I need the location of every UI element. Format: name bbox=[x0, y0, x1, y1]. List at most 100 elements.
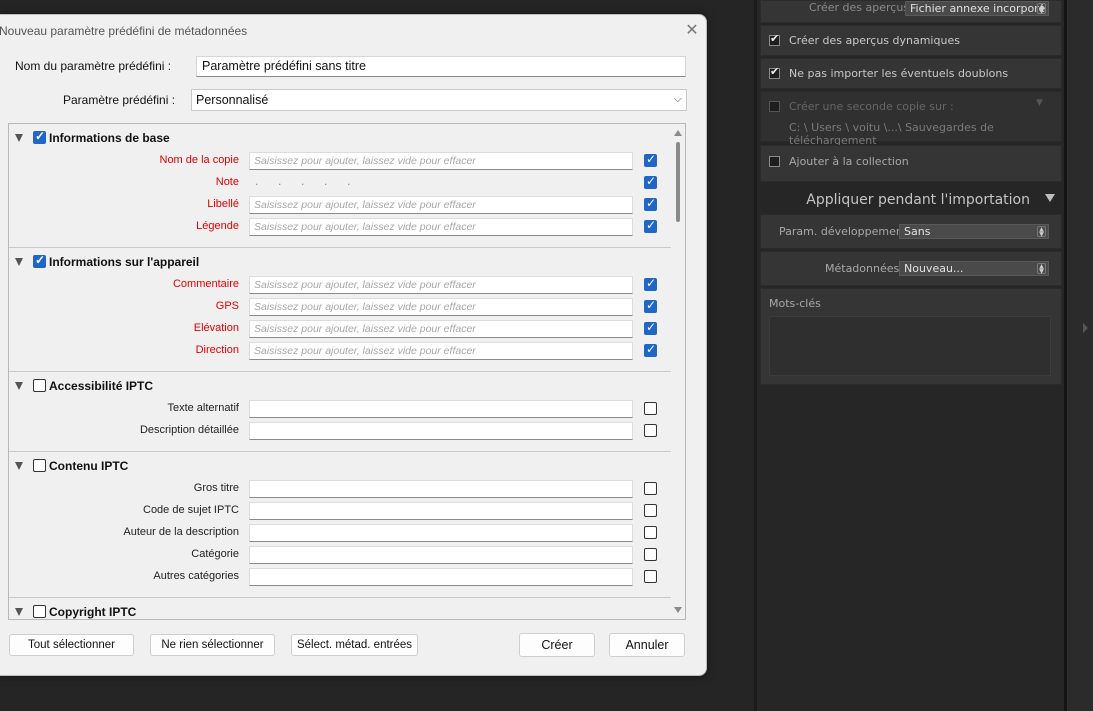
field-checkbox[interactable] bbox=[644, 570, 657, 583]
field-checkbox[interactable] bbox=[644, 504, 657, 517]
cancel-button[interactable]: Annuler bbox=[609, 633, 685, 657]
field-label: Texte alternatif bbox=[167, 402, 239, 414]
second-copy-row: Créer une seconde copie sur : ▼ C: \ Use… bbox=[760, 91, 1062, 147]
field-checkbox[interactable] bbox=[644, 320, 657, 335]
chevron-down-icon: ▼ bbox=[1036, 98, 1043, 108]
stepper-icon: ▲ ▼ bbox=[1037, 226, 1046, 238]
preset-select-value: Personnalisé bbox=[196, 93, 269, 107]
field-label: Direction bbox=[195, 344, 239, 356]
no-duplicates-row[interactable]: Ne pas importer les éventuels doublons bbox=[760, 58, 1062, 89]
field-checkbox[interactable] bbox=[644, 298, 657, 313]
field-input[interactable]: Saisissez pour ajouter, laissez vide pou… bbox=[249, 342, 633, 360]
metadata-group: Informations sur l'appareil Commentaire Sa… bbox=[9, 248, 673, 372]
metadata-label: Métadonnées bbox=[825, 262, 900, 275]
field-checkbox[interactable] bbox=[644, 402, 657, 415]
field-label: Elévation bbox=[193, 322, 239, 334]
group-title: Informations de base bbox=[49, 131, 170, 145]
field-label: Autres catégories bbox=[153, 570, 239, 582]
field-input[interactable] bbox=[249, 502, 633, 520]
disclosure-triangle-icon[interactable] bbox=[15, 134, 23, 142]
select-none-button[interactable]: Ne rien sélectionner bbox=[150, 634, 275, 656]
field-label: Catégorie bbox=[191, 548, 239, 560]
scrollbar[interactable] bbox=[671, 124, 685, 619]
close-icon[interactable]: ✕ bbox=[683, 21, 701, 39]
field-input[interactable] bbox=[249, 546, 633, 564]
field-input[interactable] bbox=[249, 480, 633, 498]
preset-select[interactable]: Personnalisé ⌵ bbox=[191, 89, 687, 111]
second-copy-label: Créer une seconde copie sur : bbox=[789, 100, 954, 113]
smart-previews-checkbox[interactable] bbox=[769, 32, 780, 46]
field-label: Nom de la copie bbox=[159, 154, 240, 166]
no-duplicates-checkbox[interactable] bbox=[769, 65, 780, 79]
previews-select[interactable]: Fichier annexe incorporé ▲ ▼ bbox=[905, 1, 1049, 16]
disclosure-triangle-icon[interactable] bbox=[15, 608, 23, 616]
previews-value: Fichier annexe incorporé bbox=[910, 2, 1046, 15]
group-title: Copyright IPTC bbox=[49, 605, 137, 619]
develop-value: Sans bbox=[904, 225, 931, 238]
field-label: Description détaillée bbox=[139, 424, 239, 436]
create-button[interactable]: Créer bbox=[519, 633, 595, 657]
field-input[interactable] bbox=[249, 422, 633, 440]
group-checkbox[interactable] bbox=[33, 253, 46, 268]
metadata-row: Métadonnées Nouveau... ▲ ▼ bbox=[760, 251, 1062, 286]
field-checkbox[interactable] bbox=[644, 548, 657, 561]
disclosure-triangle-icon[interactable] bbox=[15, 462, 23, 470]
field-checkbox[interactable] bbox=[644, 218, 657, 233]
group-checkbox[interactable] bbox=[33, 379, 46, 392]
field-checkbox[interactable] bbox=[644, 174, 657, 189]
field-input[interactable]: Saisissez pour ajouter, laissez vide pou… bbox=[249, 196, 633, 214]
develop-select[interactable]: Sans ▲ ▼ bbox=[899, 224, 1049, 239]
stepper-icon: ▲ ▼ bbox=[1037, 263, 1046, 275]
disclosure-triangle-icon[interactable] bbox=[15, 382, 23, 390]
field-input[interactable]: Saisissez pour ajouter, laissez vide pou… bbox=[249, 276, 633, 294]
field-label: Commentaire bbox=[172, 278, 239, 290]
group-title: Contenu IPTC bbox=[49, 459, 129, 473]
metadata-select[interactable]: Nouveau... ▲ ▼ bbox=[899, 261, 1049, 276]
field-checkbox[interactable] bbox=[644, 196, 657, 211]
scroll-thumb[interactable] bbox=[676, 142, 680, 222]
keywords-textarea[interactable] bbox=[769, 316, 1051, 376]
field-label: Auteur de la description bbox=[123, 526, 239, 538]
add-collection-row[interactable]: Ajouter à la collection bbox=[760, 145, 1062, 182]
metadata-group: Copyright IPTC bbox=[9, 598, 673, 619]
previews-label: Créer des aperçus bbox=[809, 1, 910, 14]
field-label: Note bbox=[215, 176, 239, 188]
field-input[interactable]: Saisissez pour ajouter, laissez vide pou… bbox=[249, 218, 633, 236]
select-all-button[interactable]: Tout sélectionner bbox=[9, 634, 134, 656]
field-checkbox[interactable] bbox=[644, 482, 657, 495]
field-checkbox[interactable] bbox=[644, 424, 657, 437]
smart-previews-row[interactable]: Créer des aperçus dynamiques bbox=[760, 25, 1062, 56]
preset-name-input[interactable]: Paramètre prédéfini sans titre bbox=[196, 56, 686, 77]
group-checkbox[interactable] bbox=[33, 605, 46, 618]
metadata-fields-list[interactable]: Informations de base Nom de la copie Saisi… bbox=[8, 123, 686, 620]
field-input[interactable] bbox=[249, 400, 633, 418]
field-input[interactable]: Saisissez pour ajouter, laissez vide pou… bbox=[249, 320, 633, 338]
smart-previews-label: Créer des aperçus dynamiques bbox=[789, 34, 960, 47]
field-label: Gros titre bbox=[193, 482, 239, 494]
select-entered-button[interactable]: Sélect. métad. entrées bbox=[291, 634, 418, 656]
disclosure-triangle-icon[interactable] bbox=[15, 258, 23, 266]
field-checkbox[interactable] bbox=[644, 342, 657, 357]
group-checkbox[interactable] bbox=[33, 459, 46, 472]
field-input[interactable] bbox=[249, 524, 633, 542]
field-input[interactable]: Saisissez pour ajouter, laissez vide pou… bbox=[249, 152, 633, 170]
field-checkbox[interactable] bbox=[644, 276, 657, 291]
group-title: Accessibilité IPTC bbox=[49, 379, 154, 393]
second-copy-checkbox[interactable] bbox=[769, 101, 780, 112]
rating-dots[interactable]: . . . . . bbox=[255, 175, 375, 188]
apply-section-header[interactable]: Appliquer pendant l'importation bbox=[760, 189, 1060, 211]
panel-toggle-arrow-icon[interactable] bbox=[1083, 323, 1088, 333]
field-checkbox[interactable] bbox=[644, 152, 657, 167]
collapse-triangle-icon[interactable] bbox=[1045, 194, 1055, 202]
scroll-up-icon[interactable] bbox=[674, 130, 682, 136]
keywords-row: Mots-clés bbox=[760, 288, 1062, 385]
preset-name-label: Nom du paramètre prédéfini : bbox=[15, 59, 172, 73]
field-input[interactable] bbox=[249, 568, 633, 586]
scroll-down-icon[interactable] bbox=[674, 607, 682, 613]
field-input[interactable]: Saisissez pour ajouter, laissez vide pou… bbox=[249, 298, 633, 316]
group-checkbox[interactable] bbox=[33, 129, 46, 144]
dialog-title: Nouveau paramètre prédéfini de métadonné… bbox=[0, 24, 248, 38]
add-collection-checkbox[interactable] bbox=[769, 156, 780, 167]
field-checkbox[interactable] bbox=[644, 526, 657, 539]
stepper-icon: ▲ ▼ bbox=[1037, 3, 1046, 15]
